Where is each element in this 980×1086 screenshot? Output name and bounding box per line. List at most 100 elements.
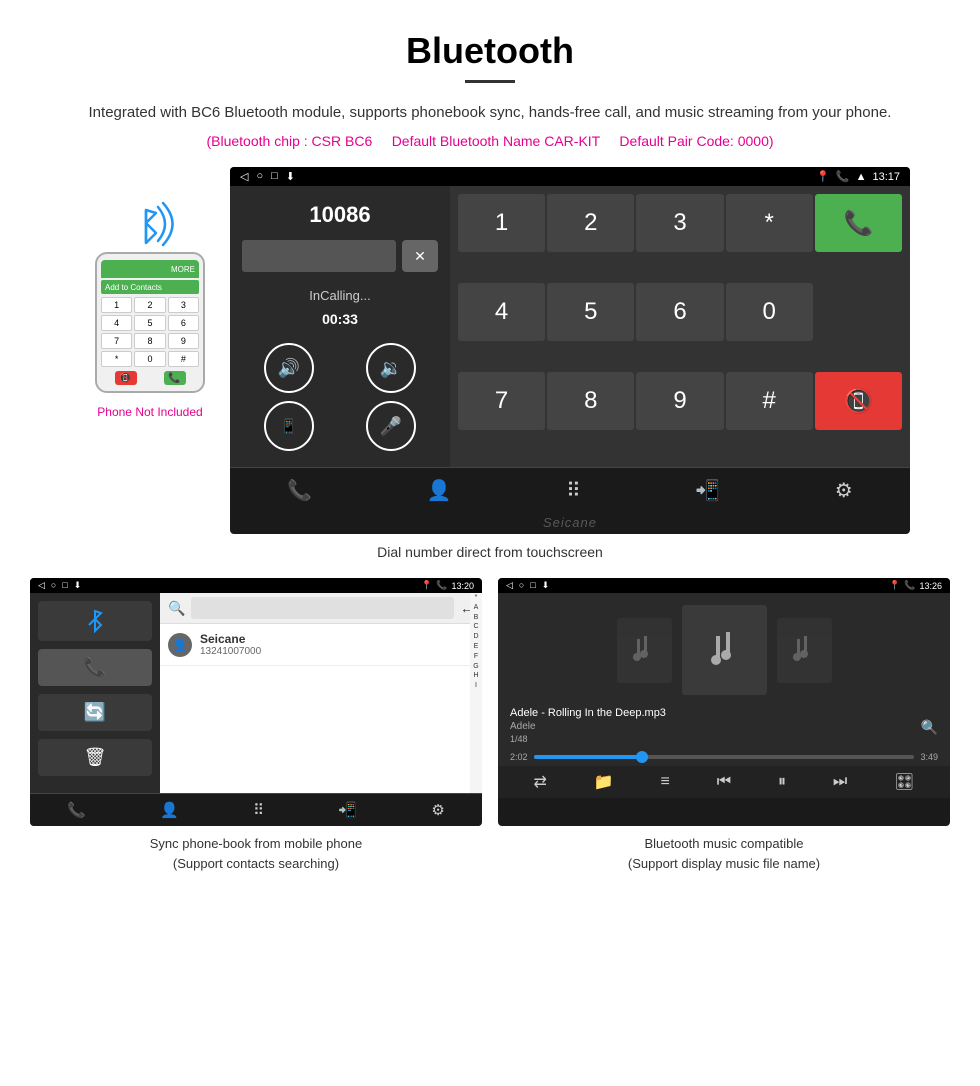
pb-nav-bar: 📞 👤 ⠿ 📲 ⚙ [30,793,482,826]
alpha-f[interactable]: F [470,652,482,662]
volume-up-button[interactable]: 🔊 [264,343,314,393]
pb-location-icon: 📍 [421,580,432,591]
alpha-h[interactable]: H [470,671,482,681]
music-recents-icon: □ [530,580,535,591]
folder-button[interactable]: 📁 [594,772,614,792]
next-button[interactable]: ⏭ [833,773,847,791]
music-progress-bar[interactable] [534,755,915,759]
end-call-button[interactable]: 📵 [815,372,902,430]
home-icon: ○ [256,170,263,183]
music-location-icon: 📍 [889,580,900,591]
dial-key-3[interactable]: 3 [636,194,723,252]
phonebook-caption: Sync phone-book from mobile phone (Suppo… [30,834,482,873]
recents-icon: □ [271,170,278,183]
mute-button[interactable]: 🎤 [366,401,416,451]
pb-nav-transfer[interactable]: 📲 [338,801,357,819]
pb-nav-dialpad[interactable]: ⠿ [253,801,264,819]
pb-contact-item[interactable]: 👤 Seicane 13241007000 [160,624,482,666]
pb-caption-line2: (Support contacts searching) [173,856,339,871]
alpha-i[interactable]: I [470,681,482,691]
nav-transfer-icon[interactable]: 📲 [695,478,720,503]
call-input-row: ✕ [242,240,438,272]
main-content-row: MORE Add to Contacts 1 2 3 4 5 6 7 8 9 *… [0,167,980,534]
music-back-icon: ◁ [506,580,513,591]
dial-key-star[interactable]: * [726,194,813,252]
call-input-bar [242,240,396,272]
music-caption-line2: (Support display music file name) [628,856,820,871]
numpad-key: 4 [101,315,132,331]
dial-car-screen: ◁ ○ □ ⬇ 📍 📞 ▲ 13:17 10086 ✕ InCallin [230,167,910,534]
pb-nav-phone[interactable]: 📞 [67,801,86,819]
pb-nav-settings[interactable]: ⚙ [431,801,444,819]
dial-left-panel: 10086 ✕ InCalling... 00:33 🔊 🔉 📱 🎤 [230,186,450,467]
alpha-e[interactable]: E [470,642,482,652]
music-statusbar-right: 📍 📞 13:26 [889,580,942,591]
nav-settings-icon[interactable]: ⚙ [835,478,853,503]
dial-key-7[interactable]: 7 [458,372,545,430]
spec-name: Default Bluetooth Name CAR-KIT [392,133,600,149]
contact-info: Seicane 13241007000 [200,632,466,657]
pb-time: 13:20 [451,581,474,591]
delete-sidebar-btn[interactable]: 🗑 [38,739,152,776]
dial-key-5[interactable]: 5 [547,283,634,341]
alpha-a[interactable]: A [470,603,482,613]
alpha-d[interactable]: D [470,632,482,642]
pb-caption-line1: Sync phone-book from mobile phone [150,836,362,851]
bluetooth-sidebar-btn[interactable] [38,601,152,641]
shuffle-button[interactable]: ⇄ [533,772,546,792]
nav-contacts-icon[interactable]: 👤 [427,478,452,503]
dial-key-8[interactable]: 8 [547,372,634,430]
clear-button[interactable]: ✕ [402,240,438,272]
alpha-g[interactable]: G [470,662,482,672]
sync-sidebar-btn[interactable]: 🔄 [38,694,152,731]
dial-statusbar: ◁ ○ □ ⬇ 📍 📞 ▲ 13:17 [230,167,910,186]
equalizer-button[interactable]: 🎛 [894,772,914,792]
dial-key-6[interactable]: 6 [636,283,723,341]
dial-key-9[interactable]: 9 [636,372,723,430]
alpha-star[interactable]: * [470,593,482,603]
music-search-icon[interactable]: 🔍 [921,719,938,736]
music-info: Adele - Rolling In the Deep.mp3 Adele 1/… [510,707,666,748]
dial-key-4[interactable]: 4 [458,283,545,341]
nav-phone-icon[interactable]: 📞 [287,478,312,503]
album-art-next [777,618,832,683]
phone-sidebar-btn[interactable]: 📞 [38,649,152,686]
alpha-c[interactable]: C [470,622,482,632]
nav-dialpad-icon[interactable]: ⠿ [566,478,581,503]
music-controls: ⇄ 📁 ≡ ⏮ ⏸ ⏭ 🎛 [498,766,950,798]
pb-statusbar-right: 📍 📞 13:20 [421,580,474,591]
music-title-row: Adele - Rolling In the Deep.mp3 Adele 1/… [498,707,950,748]
dial-caption: Dial number direct from touchscreen [0,544,980,560]
phonebook-content: 📞 🔄 🗑 🔍 ← 👤 Seicane 1324 [30,593,482,793]
numpad-key: 6 [168,315,199,331]
music-artist: Adele [510,721,666,732]
phonebook-sidebar: 📞 🔄 🗑 [30,593,160,793]
spec-line: (Bluetooth chip : CSR BC6 Default Blueto… [0,133,980,149]
pb-alpha-sidebar: * A B C D E F G H I [470,593,482,793]
playlist-button[interactable]: ≡ [661,773,670,791]
music-dl-icon: ⬇ [542,580,550,591]
alpha-b[interactable]: B [470,613,482,623]
dial-nav-bar: 📞 👤 ⠿ 📲 ⚙ [230,467,910,513]
dial-key-hash[interactable]: # [726,372,813,430]
dial-key-2[interactable]: 2 [547,194,634,252]
call-btn: 📞 [164,371,186,385]
music-statusbar-left: ◁ ○ □ ⬇ [506,580,549,591]
pb-nav-contacts[interactable]: 👤 [160,801,179,819]
pb-search-input[interactable] [191,597,454,619]
volume-down-button[interactable]: 🔉 [366,343,416,393]
prev-button[interactable]: ⏮ [717,773,731,791]
pb-recents-icon: □ [62,580,67,591]
transfer-button[interactable]: 📱 [264,401,314,451]
pb-dl-icon: ⬇ [74,580,82,591]
play-pause-button[interactable]: ⏸ [778,773,786,791]
contact-avatar: 👤 [168,633,192,657]
dial-key-1[interactable]: 1 [458,194,545,252]
phone-mock-actions: 📵 📞 [101,371,199,385]
music-progress-row: 2:02 3:49 [498,748,950,766]
dial-key-0[interactable]: 0 [726,283,813,341]
music-time-total: 3:49 [920,752,938,762]
pb-search-icon: 🔍 [168,600,185,617]
answer-call-button[interactable]: 📞 [815,194,902,252]
back-icon: ◁ [240,170,248,183]
